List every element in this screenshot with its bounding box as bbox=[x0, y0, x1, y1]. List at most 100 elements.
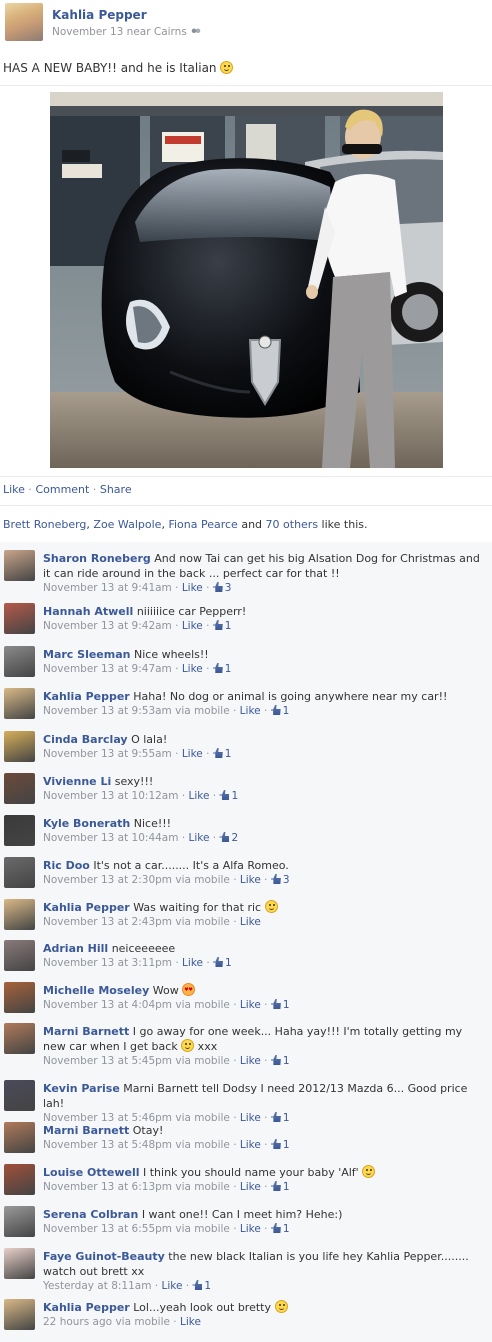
thumbs-up-icon[interactable] bbox=[270, 874, 281, 884]
comment-like-link[interactable]: Like bbox=[182, 748, 203, 760]
comment-like-link[interactable]: Like bbox=[161, 1280, 182, 1292]
comment-like-count[interactable]: 1 bbox=[225, 957, 232, 969]
thumbs-up-icon[interactable] bbox=[270, 1181, 281, 1191]
commenter-name[interactable]: Adrian Hill bbox=[43, 942, 108, 955]
comment-like-link[interactable]: Like bbox=[240, 874, 261, 886]
commenter-avatar[interactable] bbox=[4, 731, 35, 762]
commenter-avatar[interactable] bbox=[4, 1299, 35, 1330]
commenter-avatar[interactable] bbox=[4, 1164, 35, 1195]
liker-name[interactable]: Zoe Walpole bbox=[93, 518, 161, 531]
comment-like-count[interactable]: 1 bbox=[204, 1280, 211, 1292]
commenter-name[interactable]: Faye Guinot-Beauty bbox=[43, 1250, 165, 1263]
commenter-avatar[interactable] bbox=[4, 603, 35, 634]
commenter-name[interactable]: Marni Barnett bbox=[43, 1025, 129, 1038]
thumbs-up-icon[interactable] bbox=[270, 1139, 281, 1149]
commenter-name[interactable]: Kyle Bonerath bbox=[43, 817, 130, 830]
comment-timestamp[interactable]: November 13 at 2:43pm bbox=[43, 916, 172, 928]
comment-link[interactable]: Comment bbox=[35, 483, 89, 496]
comment-like-count[interactable]: 1 bbox=[225, 620, 232, 632]
commenter-avatar[interactable] bbox=[4, 857, 35, 888]
comment-like-count[interactable]: 1 bbox=[283, 705, 290, 717]
comment-timestamp[interactable]: November 13 at 5:45pm bbox=[43, 1055, 172, 1067]
comment-like-count[interactable]: 1 bbox=[231, 790, 238, 802]
comment-like-count[interactable]: 1 bbox=[225, 748, 232, 760]
commenter-avatar[interactable] bbox=[4, 1122, 35, 1153]
liker-name[interactable]: Brett Roneberg bbox=[3, 518, 86, 531]
comment-timestamp[interactable]: November 13 at 9:55am bbox=[43, 748, 172, 760]
commenter-name[interactable]: Marc Sleeman bbox=[43, 648, 130, 661]
commenter-avatar[interactable] bbox=[4, 940, 35, 971]
comment-timestamp[interactable]: November 13 at 9:42am bbox=[43, 620, 172, 632]
comment-timestamp[interactable]: November 13 at 9:41am bbox=[43, 582, 172, 594]
commenter-name[interactable]: Louise Ottewell bbox=[43, 1166, 140, 1179]
comment-like-link[interactable]: Like bbox=[189, 832, 210, 844]
comment-timestamp[interactable]: November 13 at 9:47am bbox=[43, 663, 172, 675]
thumbs-up-icon[interactable] bbox=[270, 999, 281, 1009]
comment-like-link[interactable]: Like bbox=[240, 1181, 261, 1193]
commenter-name[interactable]: Vivienne Li bbox=[43, 775, 111, 788]
commenter-avatar[interactable] bbox=[4, 1023, 35, 1054]
likes-others-link[interactable]: 70 others bbox=[266, 518, 319, 531]
commenter-name[interactable]: Marni Barnett bbox=[43, 1124, 129, 1137]
commenter-avatar[interactable] bbox=[4, 646, 35, 677]
thumbs-up-icon[interactable] bbox=[212, 620, 223, 630]
comment-timestamp[interactable]: November 13 at 6:55pm bbox=[43, 1223, 172, 1235]
commenter-name[interactable]: Ric Doo bbox=[43, 859, 90, 872]
thumbs-up-icon[interactable] bbox=[192, 1280, 203, 1290]
commenter-avatar[interactable] bbox=[4, 982, 35, 1013]
post-timestamp[interactable]: November 13 near Cairns bbox=[52, 26, 187, 38]
thumbs-up-icon[interactable] bbox=[270, 705, 281, 715]
comment-timestamp[interactable]: November 13 at 4:04pm bbox=[43, 999, 172, 1011]
comment-like-link[interactable]: Like bbox=[240, 1139, 261, 1151]
comment-timestamp[interactable]: November 13 at 9:53am bbox=[43, 705, 172, 717]
commenter-name[interactable]: Hannah Atwell bbox=[43, 605, 133, 618]
commenter-name[interactable]: Cinda Barclay bbox=[43, 733, 128, 746]
comment-timestamp[interactable]: November 13 at 6:13pm bbox=[43, 1181, 172, 1193]
commenter-avatar[interactable] bbox=[4, 773, 35, 804]
commenter-avatar[interactable] bbox=[4, 1206, 35, 1237]
comment-timestamp[interactable]: November 13 at 10:12am bbox=[43, 790, 178, 802]
comment-like-link[interactable]: Like bbox=[180, 1316, 201, 1328]
commenter-avatar[interactable] bbox=[4, 899, 35, 930]
author-avatar[interactable] bbox=[5, 3, 43, 41]
commenter-avatar[interactable] bbox=[4, 550, 35, 581]
comment-like-link[interactable]: Like bbox=[240, 1055, 261, 1067]
thumbs-up-icon[interactable] bbox=[213, 957, 223, 967]
commenter-avatar[interactable] bbox=[4, 1248, 35, 1279]
comment-like-count[interactable]: 1 bbox=[283, 1055, 290, 1067]
comment-like-count[interactable]: 1 bbox=[283, 999, 290, 1011]
thumbs-up-icon[interactable] bbox=[270, 1223, 281, 1233]
commenter-avatar[interactable] bbox=[4, 815, 35, 846]
comment-like-link[interactable]: Like bbox=[240, 916, 261, 928]
comment-timestamp[interactable]: Yesterday at 8:11am bbox=[43, 1280, 151, 1292]
liker-name[interactable]: Fiona Pearce bbox=[168, 518, 237, 531]
comment-like-count[interactable]: 1 bbox=[283, 1181, 290, 1193]
friends-icon[interactable] bbox=[190, 28, 201, 36]
author-name[interactable]: Kahlia Pepper bbox=[52, 8, 147, 22]
commenter-name[interactable]: Kahlia Pepper bbox=[43, 901, 130, 914]
thumbs-up-icon[interactable] bbox=[212, 582, 223, 592]
comment-like-link[interactable]: Like bbox=[182, 620, 203, 632]
like-link[interactable]: Like bbox=[3, 483, 25, 496]
thumbs-up-icon[interactable] bbox=[219, 832, 230, 842]
thumbs-up-icon[interactable] bbox=[270, 1112, 281, 1122]
comment-timestamp[interactable]: 22 hours ago bbox=[43, 1316, 112, 1328]
comment-timestamp[interactable]: November 13 at 3:11pm bbox=[43, 957, 172, 969]
thumbs-up-icon[interactable] bbox=[270, 1055, 281, 1065]
share-link[interactable]: Share bbox=[100, 483, 132, 496]
comment-like-link[interactable]: Like bbox=[182, 663, 203, 675]
comment-like-count[interactable]: 1 bbox=[283, 1223, 290, 1235]
thumbs-up-icon[interactable] bbox=[212, 663, 223, 673]
commenter-avatar[interactable] bbox=[4, 688, 35, 719]
comment-like-link[interactable]: Like bbox=[182, 582, 203, 594]
comment-like-link[interactable]: Like bbox=[182, 957, 203, 969]
thumbs-up-icon[interactable] bbox=[219, 790, 230, 800]
comment-timestamp[interactable]: November 13 at 2:30pm bbox=[43, 874, 172, 886]
comment-like-count[interactable]: 3 bbox=[225, 582, 232, 594]
comment-like-count[interactable]: 1 bbox=[225, 663, 232, 675]
comment-timestamp[interactable]: November 13 at 10:44am bbox=[43, 832, 178, 844]
commenter-name[interactable]: Michelle Moseley bbox=[43, 984, 149, 997]
comment-like-link[interactable]: Like bbox=[240, 1223, 261, 1235]
comment-timestamp[interactable]: November 13 at 5:48pm bbox=[43, 1139, 172, 1151]
comment-like-count[interactable]: 2 bbox=[231, 832, 238, 844]
